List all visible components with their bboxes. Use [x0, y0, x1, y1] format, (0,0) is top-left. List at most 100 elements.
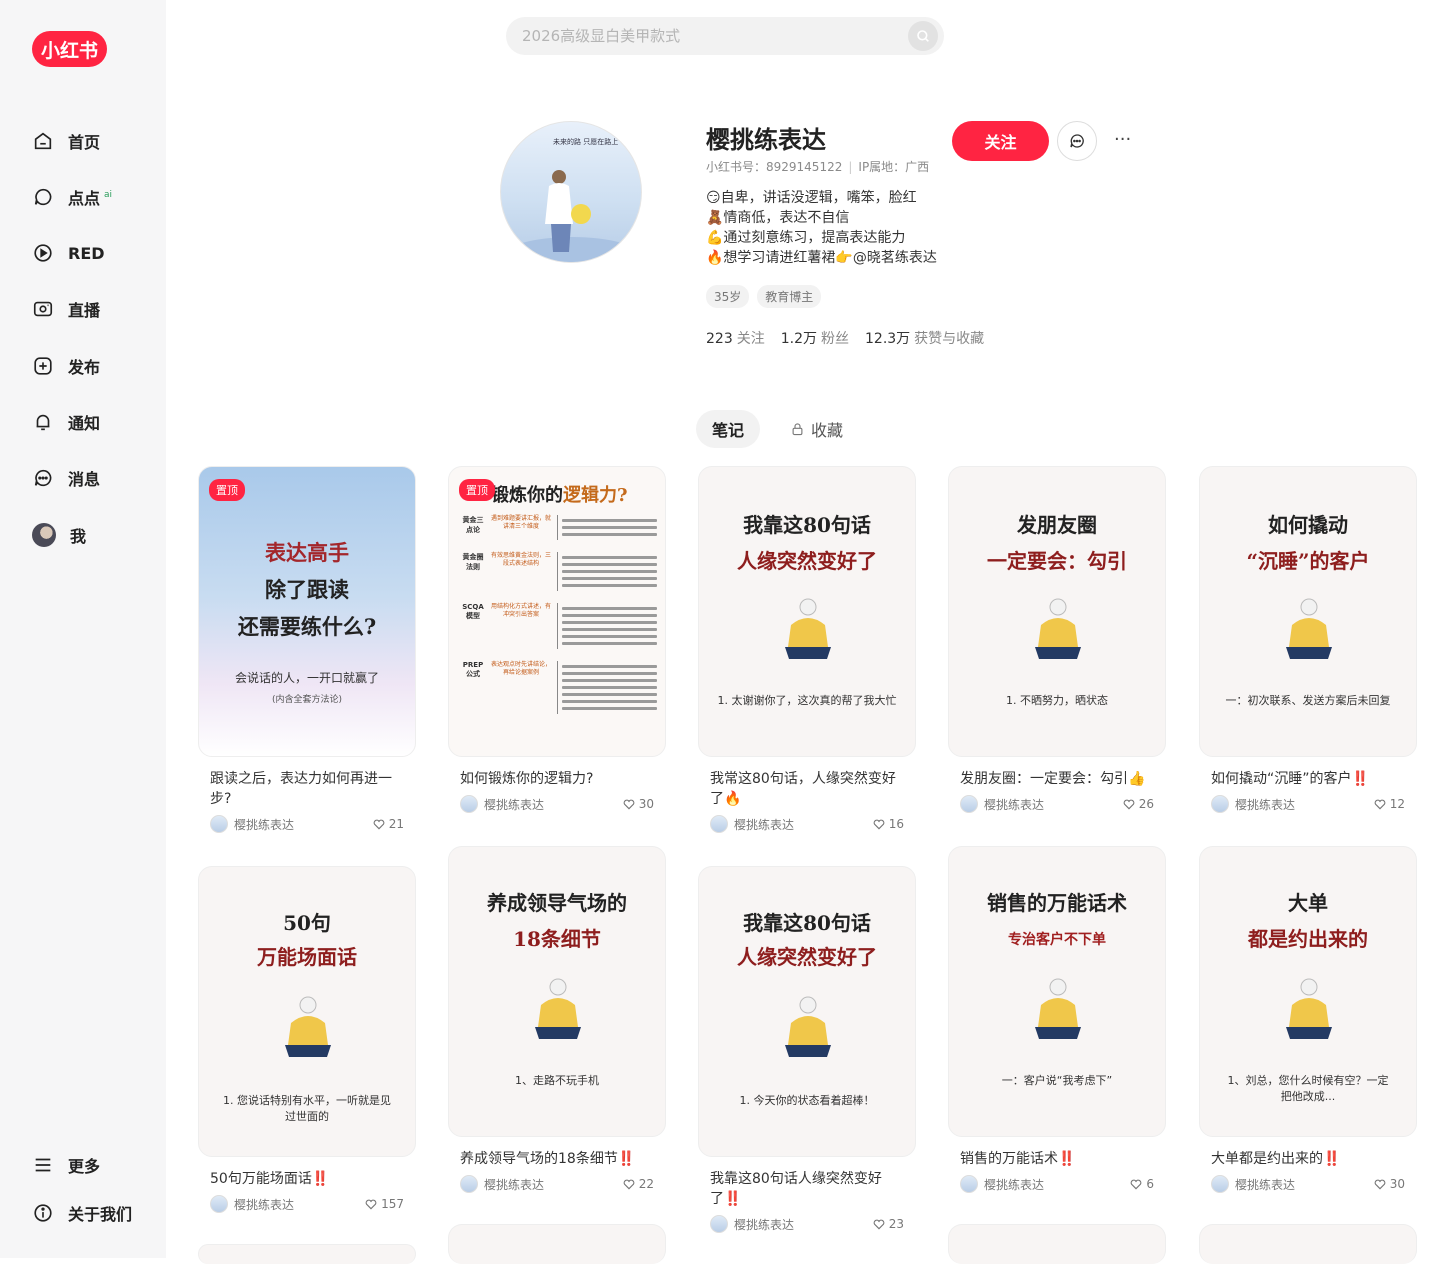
- note-card[interactable]: 置顶 表达高手 除了跟读 还需要练什么? 会说话的人，一开口就赢了 (内含全套方…: [198, 466, 416, 833]
- note-title[interactable]: 如何锻炼你的逻辑力?: [460, 769, 654, 789]
- note-title[interactable]: 如何撬动“沉睡”的客户‼️: [1211, 769, 1405, 789]
- note-cover-partial[interactable]: [448, 1224, 666, 1264]
- heart-icon: [1123, 799, 1135, 810]
- like-button[interactable]: 26: [1122, 797, 1154, 811]
- mind-branch: 有效思维黄金法则，三段式表述结构: [491, 552, 552, 567]
- sidebar-item-home[interactable]: 首页: [32, 123, 100, 159]
- note-cover[interactable]: 养成领导气场的 18条细节 1、走路不玩手机: [448, 846, 666, 1137]
- profile-name: 樱挑练表达: [706, 126, 826, 154]
- tab-notes[interactable]: 笔记: [696, 410, 761, 448]
- like-count: 12: [1389, 797, 1405, 811]
- like-button[interactable]: 23: [872, 1217, 904, 1231]
- note-author[interactable]: 樱挑练表达: [460, 795, 544, 813]
- stat-following[interactable]: 223 关注: [706, 328, 765, 348]
- note-cover[interactable]: 置顶 锻炼你的逻辑力? 黄金三点论 遇到难题要讲汇报，就讲清三个维度 黄金圈法则有…: [448, 466, 666, 757]
- heart-icon: [623, 799, 635, 810]
- sidebar-item-label: 点点: [68, 189, 101, 208]
- like-button[interactable]: 30: [1373, 1177, 1405, 1191]
- note-cover-partial[interactable]: [948, 1224, 1166, 1264]
- note-card[interactable]: 销售的万能话术 专治客户不下单 一：客户说“我考虑下” 销售的万能话术‼️ 樱挑…: [948, 846, 1166, 1193]
- note-author[interactable]: 樱挑练表达: [210, 1195, 294, 1213]
- note-cover[interactable]: 置顶 表达高手 除了跟读 还需要练什么? 会说话的人，一开口就赢了 (内含全套方…: [198, 466, 416, 757]
- sidebar-item-diandian[interactable]: 点点 ai: [32, 179, 112, 215]
- stat-followers[interactable]: 1.2万 粉丝: [781, 328, 849, 348]
- note-card[interactable]: 50句 万能场面话 1. 您说话特别有水平，一听就是见过世面的 50句万能场面话…: [198, 866, 416, 1213]
- note-author[interactable]: 樱挑练表达: [1211, 795, 1295, 813]
- sidebar-item-about[interactable]: 关于我们: [32, 1195, 132, 1231]
- sidebar-item-publish[interactable]: 发布: [32, 348, 100, 384]
- sidebar-item-more[interactable]: 更多: [32, 1147, 100, 1183]
- note-cover[interactable]: 销售的万能话术 专治客户不下单 一：客户说“我考虑下”: [948, 846, 1166, 1137]
- note-card[interactable]: 养成领导气场的 18条细节 1、走路不玩手机 养成领导气场的18条细节‼️ 樱挑…: [448, 846, 666, 1193]
- sidebar: 小红书 首页 点点 ai RED 直播 发布 通知 消息 我 更多 关于我们: [0, 0, 166, 1258]
- like-button[interactable]: 21: [372, 817, 404, 831]
- like-button[interactable]: 157: [364, 1197, 404, 1211]
- note-title[interactable]: 大单都是约出来的‼️: [1211, 1149, 1405, 1169]
- like-count: 30: [638, 797, 654, 811]
- redbook-id: 小红书号：8929145122: [706, 160, 843, 174]
- note-card[interactable]: 我靠这80句话 人缘突然变好了 1. 今天你的状态看着超棒！ 我靠这80句话人缘…: [698, 866, 916, 1233]
- note-author[interactable]: 樱挑练表达: [460, 1175, 544, 1193]
- tab-collections[interactable]: 收藏: [774, 410, 859, 448]
- sidebar-item-me[interactable]: 我: [32, 517, 86, 553]
- person-illustration: [285, 996, 331, 1057]
- note-author[interactable]: 樱挑练表达: [1211, 1175, 1295, 1193]
- sidebar-item-messages[interactable]: 消息: [32, 460, 100, 496]
- cover-title: 一定要会：勾引: [987, 549, 1127, 573]
- note-title[interactable]: 50句万能场面话‼️: [210, 1169, 404, 1189]
- note-card[interactable]: 如何撬动 “沉睡”的客户 一：初次联系、发送方案后未回复 如何撬动“沉睡”的客户…: [1199, 466, 1417, 813]
- like-count: 157: [381, 1197, 404, 1211]
- message-button[interactable]: [1057, 121, 1097, 161]
- heart-icon: [873, 819, 885, 830]
- note-title[interactable]: 养成领导气场的18条细节‼️: [460, 1149, 654, 1169]
- like-count: 6: [1146, 1177, 1154, 1191]
- sidebar-item-live[interactable]: 直播: [32, 291, 100, 327]
- note-author[interactable]: 樱挑练表达: [960, 1175, 1044, 1193]
- like-button[interactable]: 6: [1129, 1177, 1154, 1191]
- search-input[interactable]: [522, 27, 908, 45]
- cover-title: 如何撬动: [1268, 513, 1348, 537]
- note-title[interactable]: 我常这80句话，人缘突然变好了🔥: [710, 769, 904, 809]
- sidebar-item-label: 我: [70, 527, 87, 546]
- note-title[interactable]: 发朋友圈：一定要会：勾引👍: [960, 769, 1154, 789]
- bio-line: 💪通过刻意练习，提高表达能力: [706, 230, 906, 246]
- note-author[interactable]: 樱挑练表达: [710, 1215, 794, 1233]
- author-avatar: [210, 1195, 228, 1213]
- note-card[interactable]: 大单 都是约出来的 1、刘总，您什么时候有空？一定把他改成... 大单都是约出来…: [1199, 846, 1417, 1193]
- note-card[interactable]: 发朋友圈 一定要会：勾引 1. 不晒努力，晒状态 发朋友圈：一定要会：勾引👍 樱…: [948, 466, 1166, 813]
- note-card[interactable]: 置顶 锻炼你的逻辑力? 黄金三点论 遇到难题要讲汇报，就讲清三个维度 黄金圈法则有…: [448, 466, 666, 813]
- note-title[interactable]: 销售的万能话术‼️: [960, 1149, 1154, 1169]
- like-button[interactable]: 22: [622, 1177, 654, 1191]
- cover-title: “沉睡”的客户: [1246, 549, 1370, 573]
- note-title[interactable]: 我靠这80句话人缘突然变好了‼️: [710, 1169, 904, 1209]
- sidebar-item-notifications[interactable]: 通知: [32, 404, 100, 440]
- follow-button[interactable]: 关注: [952, 121, 1049, 161]
- note-card[interactable]: 我靠这80句话 人缘突然变好了 1. 太谢谢你了，这次真的帮了我大忙 我常这80…: [698, 466, 916, 833]
- cover-title: 除了跟读: [265, 577, 349, 602]
- sidebar-item-red[interactable]: RED: [32, 235, 105, 271]
- like-button[interactable]: 30: [622, 797, 654, 811]
- sidebar-item-label: 关于我们: [68, 1205, 133, 1224]
- mind-map: 黄金三点论 遇到难题要讲汇报，就讲清三个维度 黄金圈法则 有效思维黄金法则，三段式表…: [461, 515, 657, 726]
- note-cover-partial[interactable]: [1199, 1224, 1417, 1264]
- note-author[interactable]: 樱挑练表达: [710, 815, 794, 833]
- note-cover[interactable]: 大单 都是约出来的 1、刘总，您什么时候有空？一定把他改成...: [1199, 846, 1417, 1137]
- note-title[interactable]: 跟读之后，表达力如何再进一步?: [210, 769, 404, 809]
- heart-icon: [1374, 1179, 1386, 1190]
- note-cover[interactable]: 我靠这80句话 人缘突然变好了 1. 太谢谢你了，这次真的帮了我大忙: [698, 466, 916, 757]
- home-icon: [34, 132, 52, 150]
- tag-category[interactable]: 教育博主: [757, 285, 822, 308]
- like-button[interactable]: 16: [872, 817, 904, 831]
- more-options-button[interactable]: ···: [1114, 129, 1131, 150]
- note-cover[interactable]: 如何撬动 “沉睡”的客户 一：初次联系、发送方案后未回复: [1199, 466, 1417, 757]
- logo[interactable]: 小红书: [32, 31, 107, 67]
- note-cover[interactable]: 发朋友圈 一定要会：勾引 1. 不晒努力，晒状态: [948, 466, 1166, 757]
- note-cover[interactable]: 我靠这80句话 人缘突然变好了 1. 今天你的状态看着超棒！: [698, 866, 916, 1157]
- mind-branch: 用结构化方式讲述，有冲突引出答案: [491, 603, 552, 618]
- note-cover[interactable]: 50句 万能场面话 1. 您说话特别有水平，一听就是见过世面的: [198, 866, 416, 1157]
- note-cover-partial[interactable]: [198, 1244, 416, 1264]
- like-button[interactable]: 12: [1373, 797, 1405, 811]
- note-author[interactable]: 樱挑练表达: [210, 815, 294, 833]
- note-author[interactable]: 樱挑练表达: [960, 795, 1044, 813]
- search-button[interactable]: [908, 21, 938, 51]
